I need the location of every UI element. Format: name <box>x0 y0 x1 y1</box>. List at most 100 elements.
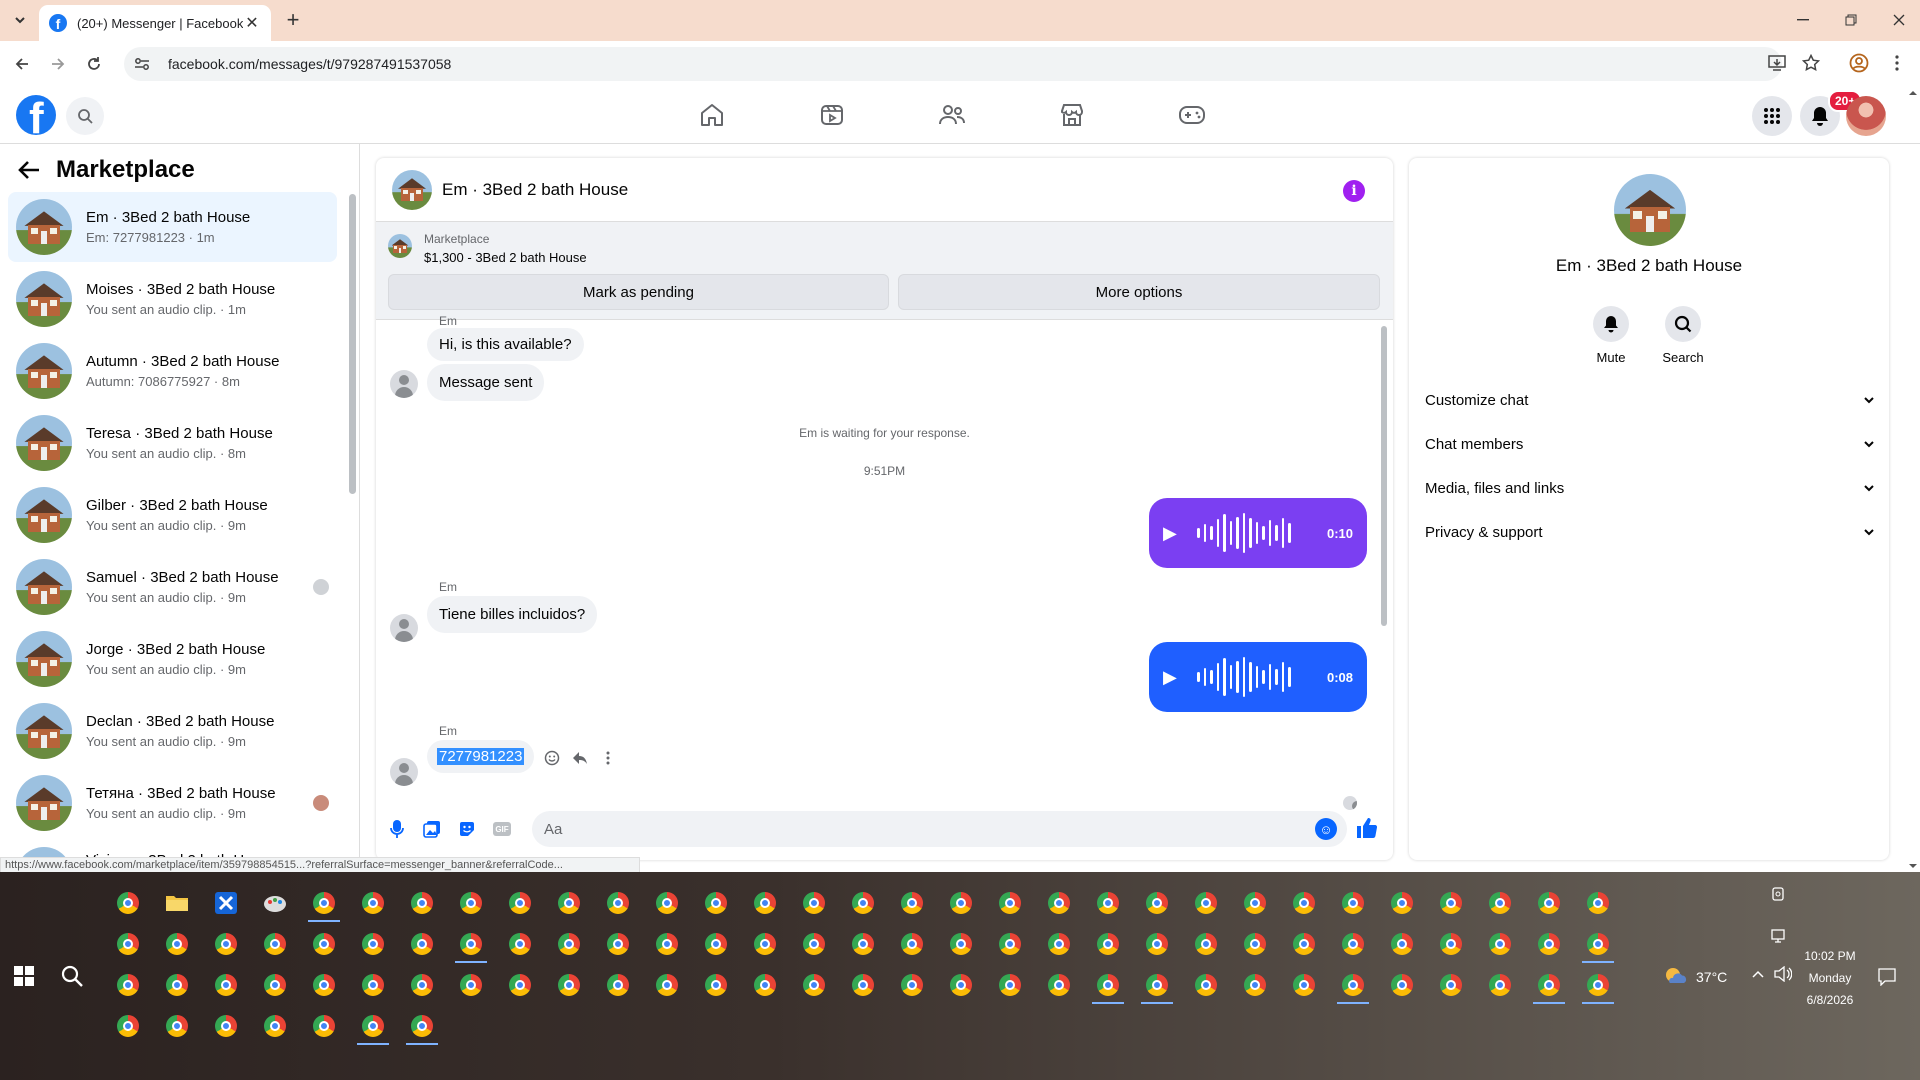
message-bubble[interactable]: 7277981223 <box>427 740 535 773</box>
chrome-icon[interactable] <box>1529 925 1569 963</box>
chrome-icon[interactable] <box>1284 925 1324 963</box>
conversation-item[interactable]: Samuel · 3Bed 2 bath House You sent an au… <box>8 552 337 622</box>
chrome-icon[interactable] <box>745 966 785 1004</box>
mute-button[interactable]: Mute <box>1581 306 1641 365</box>
address-bar[interactable]: facebook.com/messages/t/979287491537058 <box>124 47 1782 81</box>
reply-icon[interactable] <box>569 747 591 769</box>
search-icon[interactable] <box>60 964 84 988</box>
chrome-icon[interactable] <box>255 925 295 963</box>
conversation-item[interactable]: Тетяна · 3Bed 2 bath House You sent an au… <box>8 768 337 838</box>
conversation-item[interactable]: Teresa · 3Bed 2 bath House You sent an au… <box>8 408 337 478</box>
chrome-icon[interactable] <box>941 966 981 1004</box>
windows-start-icon[interactable] <box>14 966 34 986</box>
back-arrow-icon[interactable] <box>18 160 44 180</box>
chrome-icon[interactable] <box>500 884 540 922</box>
more-actions-icon[interactable] <box>597 747 619 769</box>
chrome-icon[interactable] <box>255 966 295 1004</box>
message-input[interactable]: Aa ☺ <box>532 811 1347 847</box>
chrome-icon[interactable] <box>598 966 638 1004</box>
chrome-icon[interactable] <box>1480 925 1520 963</box>
friends-icon[interactable] <box>932 97 972 133</box>
chrome-icon[interactable] <box>206 1007 246 1045</box>
chrome-icon[interactable] <box>304 966 344 1004</box>
profile-avatar[interactable] <box>1846 96 1886 136</box>
chrome-icon[interactable] <box>402 966 442 1004</box>
forward-arrow-icon[interactable] <box>46 52 70 76</box>
chrome-icon[interactable] <box>1333 884 1373 922</box>
gaming-icon[interactable] <box>1172 97 1212 133</box>
chrome-icon[interactable] <box>500 966 540 1004</box>
chrome-icon[interactable] <box>108 925 148 963</box>
chrome-icon[interactable] <box>157 925 197 963</box>
chrome-icon[interactable] <box>1284 884 1324 922</box>
chrome-icon[interactable] <box>304 1007 344 1045</box>
chrome-icon[interactable] <box>598 925 638 963</box>
gif-icon[interactable]: GIF <box>487 814 517 844</box>
marketplace-icon[interactable] <box>1052 97 1092 133</box>
minimize-icon[interactable] <box>1788 8 1818 32</box>
tab-search-icon[interactable] <box>10 10 30 30</box>
chrome-icon[interactable] <box>108 884 148 922</box>
chrome-icon[interactable] <box>549 966 589 1004</box>
chrome-icon[interactable] <box>451 966 491 1004</box>
home-icon[interactable] <box>692 97 732 133</box>
site-info-icon[interactable] <box>134 57 154 71</box>
chrome-icon[interactable] <box>500 925 540 963</box>
chrome-icon[interactable] <box>843 966 883 1004</box>
chrome-icon[interactable] <box>1137 966 1177 1004</box>
chrome-icon[interactable] <box>1578 925 1618 963</box>
chrome-icon[interactable] <box>1137 884 1177 922</box>
conversation-item[interactable]: Autumn · 3Bed 2 bath House Autumn: 708677… <box>8 336 337 406</box>
browser-tab[interactable]: f (20+) Messenger | Facebook ✕ <box>39 5 271 41</box>
chrome-icon[interactable] <box>108 1007 148 1045</box>
play-icon[interactable]: ▶ <box>1163 667 1183 688</box>
chrome-icon[interactable] <box>1088 925 1128 963</box>
chrome-icon[interactable] <box>1382 966 1422 1004</box>
chrome-icon[interactable] <box>892 884 932 922</box>
temperature[interactable]: 37°C <box>1696 969 1727 985</box>
chrome-icon[interactable] <box>1039 966 1079 1004</box>
chrome-icon[interactable] <box>1235 966 1275 1004</box>
chrome-icon[interactable] <box>1529 884 1569 922</box>
search-icon[interactable] <box>1665 306 1701 342</box>
audio-message[interactable]: ▶ 0:10 <box>1149 498 1367 568</box>
chrome-icon[interactable] <box>304 884 344 922</box>
chrome-icon[interactable] <box>941 925 981 963</box>
volume-icon[interactable] <box>1774 966 1792 982</box>
chrome-icon[interactable] <box>892 925 932 963</box>
chrome-icon[interactable] <box>1186 884 1226 922</box>
chrome-icon[interactable] <box>1382 884 1422 922</box>
microphone-icon[interactable] <box>382 814 412 844</box>
chrome-icon[interactable] <box>647 884 687 922</box>
chrome-icon[interactable] <box>1088 884 1128 922</box>
chrome-icon[interactable] <box>1186 925 1226 963</box>
chrome-icon[interactable] <box>255 1007 295 1045</box>
thumbs-up-icon[interactable] <box>1353 814 1381 842</box>
chrome-icon[interactable] <box>1431 966 1471 1004</box>
back-arrow-icon[interactable] <box>10 52 34 76</box>
chrome-icon[interactable] <box>1235 925 1275 963</box>
chrome-icon[interactable] <box>451 884 491 922</box>
listing-thumbnail[interactable] <box>388 234 412 258</box>
chat-members-row[interactable]: Chat members <box>1425 422 1875 466</box>
facebook-logo-icon[interactable]: f <box>16 95 56 135</box>
chrome-icon[interactable] <box>549 925 589 963</box>
listing-title[interactable]: $1,300 - 3Bed 2 bath House <box>424 250 587 265</box>
chrome-icon[interactable] <box>451 925 491 963</box>
file-explorer-icon[interactable] <box>157 884 197 922</box>
bell-icon[interactable] <box>1593 306 1629 342</box>
chrome-icon[interactable] <box>1039 884 1079 922</box>
notification-center-icon[interactable] <box>1878 968 1896 986</box>
install-app-icon[interactable] <box>1762 48 1792 78</box>
chrome-icon[interactable] <box>1284 966 1324 1004</box>
chrome-icon[interactable] <box>696 884 736 922</box>
video-icon[interactable] <box>812 97 852 133</box>
chrome-icon[interactable] <box>1578 966 1618 1004</box>
chrome-icon[interactable] <box>1186 966 1226 1004</box>
chrome-icon[interactable] <box>1578 884 1618 922</box>
display-icon[interactable] <box>1770 928 1786 944</box>
chrome-icon[interactable] <box>1333 925 1373 963</box>
blue-app-icon[interactable] <box>206 884 246 922</box>
chrome-icon[interactable] <box>990 966 1030 1004</box>
chrome-icon[interactable] <box>696 966 736 1004</box>
